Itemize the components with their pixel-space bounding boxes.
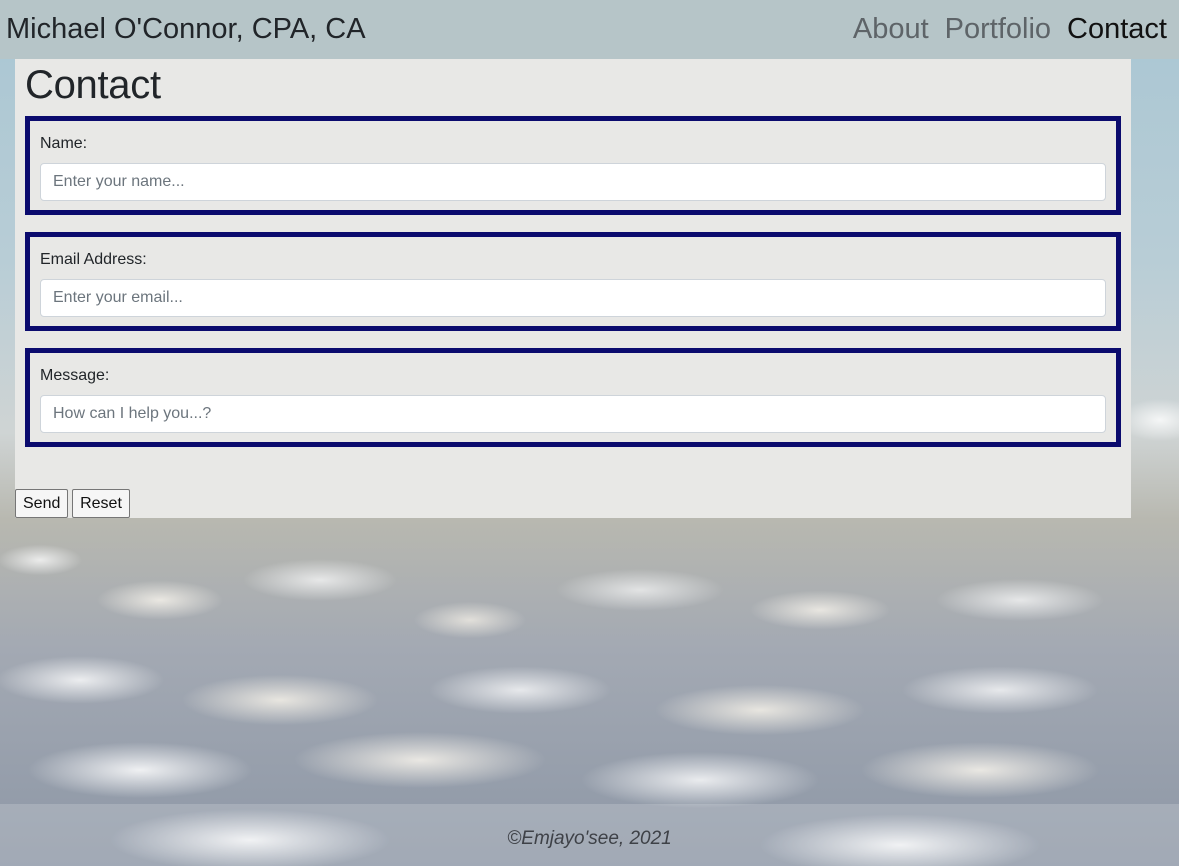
name-field-group: Name: bbox=[25, 116, 1121, 215]
name-label: Name: bbox=[40, 135, 88, 152]
navbar: Michael O'Connor, CPA, CA About Portfoli… bbox=[0, 0, 1179, 59]
email-input[interactable] bbox=[40, 279, 1106, 317]
name-input[interactable] bbox=[40, 163, 1106, 201]
contact-panel: Contact Name: Email Address: Message: Se… bbox=[15, 59, 1131, 518]
nav-links: About Portfolio Contact bbox=[853, 13, 1173, 46]
message-label: Message: bbox=[40, 367, 110, 384]
reset-button[interactable]: Reset bbox=[72, 489, 130, 518]
page-title: Contact bbox=[25, 63, 161, 107]
email-label: Email Address: bbox=[40, 251, 147, 268]
message-input[interactable] bbox=[40, 395, 1106, 433]
email-field-group: Email Address: bbox=[25, 232, 1121, 331]
send-button[interactable]: Send bbox=[15, 489, 68, 518]
footer-copyright: ©Emjayo'see, 2021 bbox=[507, 828, 672, 849]
nav-link-portfolio[interactable]: Portfolio bbox=[945, 13, 1051, 46]
nav-link-contact[interactable]: Contact bbox=[1067, 13, 1167, 46]
site-brand[interactable]: Michael O'Connor, CPA, CA bbox=[6, 13, 366, 46]
message-field-group: Message: bbox=[25, 348, 1121, 447]
nav-link-about[interactable]: About bbox=[853, 13, 929, 46]
